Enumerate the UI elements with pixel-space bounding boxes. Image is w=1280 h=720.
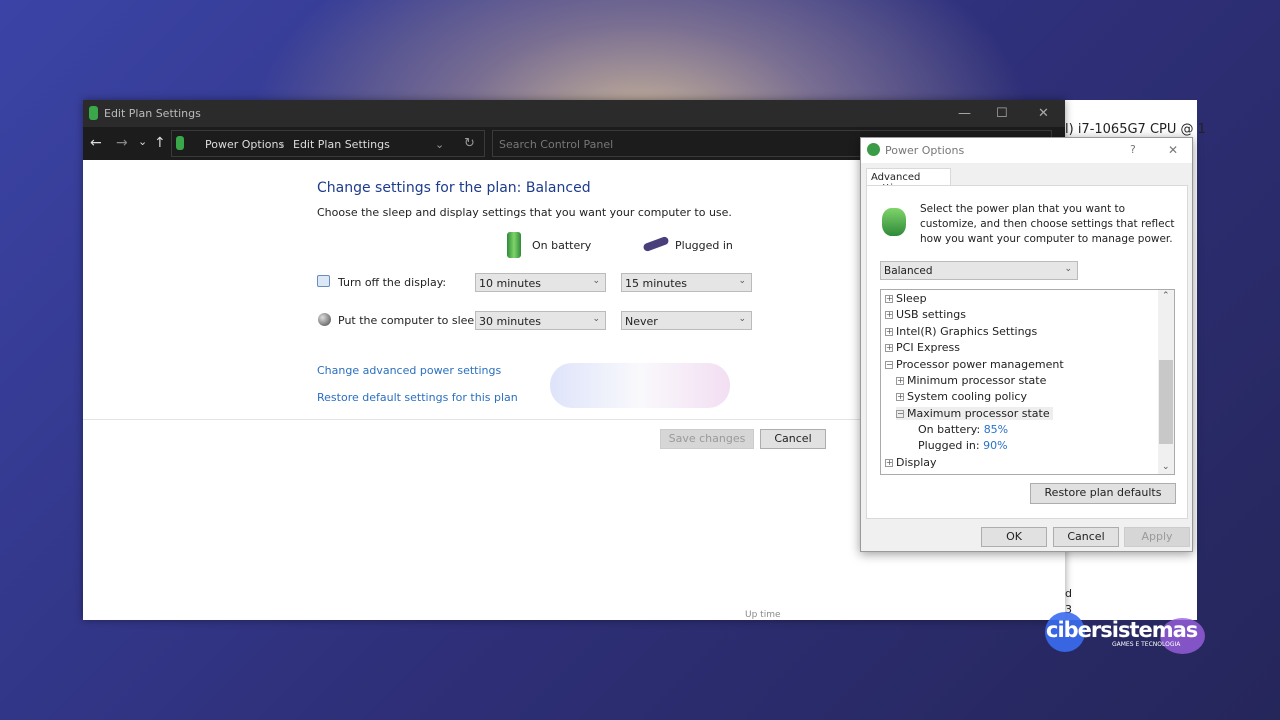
display-battery-select[interactable]: 10 minutes ⌄ bbox=[475, 273, 606, 292]
tree-item-usb[interactable]: + USB settings bbox=[885, 308, 966, 321]
selected-value: Never bbox=[625, 315, 658, 328]
battery-icon bbox=[89, 106, 98, 120]
scroll-down-icon[interactable]: ⌄ bbox=[1162, 462, 1170, 472]
expand-icon[interactable]: + bbox=[896, 377, 904, 385]
page-title: Change settings for the plan: Balanced bbox=[317, 180, 591, 196]
expand-icon[interactable]: + bbox=[885, 328, 893, 336]
forward-arrow-icon[interactable]: → bbox=[116, 135, 128, 151]
restore-plan-defaults-button[interactable]: Restore plan defaults bbox=[1030, 483, 1176, 504]
tree-scrollbar[interactable]: ⌃ ⌄ bbox=[1158, 290, 1174, 474]
ok-button[interactable]: OK bbox=[981, 527, 1047, 547]
advanced-settings-link[interactable]: Change advanced power settings bbox=[317, 364, 501, 377]
minimize-button[interactable]: — bbox=[958, 106, 971, 121]
sleep-plugged-select[interactable]: Never ⌄ bbox=[621, 311, 752, 330]
sleep-icon bbox=[318, 313, 331, 326]
tree-item-max-state[interactable]: − Maximum processor state bbox=[896, 407, 1053, 420]
maximize-button[interactable]: ☐ bbox=[996, 106, 1008, 121]
power-plan-icon bbox=[882, 208, 906, 236]
bg-text: d bbox=[1065, 587, 1072, 600]
apply-button[interactable]: Apply bbox=[1124, 527, 1190, 547]
selected-value: Balanced bbox=[884, 265, 933, 277]
close-button[interactable]: ✕ bbox=[1038, 106, 1049, 121]
expand-icon[interactable]: + bbox=[885, 311, 893, 319]
battery-icon bbox=[507, 232, 521, 258]
breadcrumb[interactable]: Power Options › Edit Plan Settings ⌄ ↻ bbox=[171, 130, 485, 157]
expand-icon[interactable]: + bbox=[896, 393, 904, 401]
tree-item-cooling[interactable]: + System cooling policy bbox=[896, 390, 1027, 403]
chevron-down-icon: ⌄ bbox=[592, 314, 600, 324]
close-button[interactable]: ✕ bbox=[1168, 143, 1178, 157]
selected-value: 10 minutes bbox=[479, 277, 542, 290]
on-battery-header: On battery bbox=[532, 239, 592, 252]
dialog-title-bar: Power Options ? ✕ bbox=[861, 138, 1192, 163]
refresh-icon[interactable]: ↻ bbox=[464, 136, 475, 151]
display-icon bbox=[317, 275, 330, 287]
title-bar: Edit Plan Settings — ☐ ✕ bbox=[83, 100, 1065, 127]
max-state-plugged[interactable]: Plugged in: 90% bbox=[918, 439, 1008, 452]
sleep-battery-select[interactable]: 30 minutes ⌄ bbox=[475, 311, 606, 330]
breadcrumb-separator: › bbox=[280, 138, 285, 151]
expand-icon[interactable]: + bbox=[885, 344, 893, 352]
plugged-in-header: Plugged in bbox=[675, 239, 733, 252]
up-arrow-icon[interactable]: ↑ bbox=[154, 135, 166, 151]
dialog-description: Select the power plan that you want to c… bbox=[920, 203, 1175, 245]
plugged-value[interactable]: 90% bbox=[983, 439, 1007, 452]
cibersistemas-logo: cibersistemas GAMES E TECNOLOGIA bbox=[1040, 610, 1210, 660]
restore-defaults-link[interactable]: Restore default settings for this plan bbox=[317, 391, 518, 404]
cpu-text: l) i7-1065G7 CPU @ 1 bbox=[1065, 122, 1206, 137]
settings-tree[interactable]: + Sleep + USB settings + Intel(R) Graphics … bbox=[880, 289, 1175, 475]
up-time-label: Up time bbox=[745, 610, 781, 620]
recent-chevron-icon[interactable]: ⌄ bbox=[138, 135, 147, 148]
advanced-panel: Select the power plan that you want to c… bbox=[866, 185, 1188, 519]
expand-icon[interactable]: + bbox=[885, 459, 893, 467]
collapse-icon[interactable]: − bbox=[885, 361, 893, 369]
window-title: Edit Plan Settings bbox=[104, 107, 201, 120]
selected-value: 30 minutes bbox=[479, 315, 542, 328]
watermark-blob bbox=[550, 363, 730, 408]
plug-icon bbox=[642, 235, 670, 253]
tree-item-sleep[interactable]: + Sleep bbox=[885, 292, 927, 305]
back-arrow-icon[interactable]: ← bbox=[90, 135, 102, 151]
display-plugged-select[interactable]: 15 minutes ⌄ bbox=[621, 273, 752, 292]
power-icon bbox=[867, 143, 880, 156]
breadcrumb-power-options[interactable]: Power Options bbox=[205, 138, 284, 151]
scrollbar-thumb[interactable] bbox=[1159, 360, 1173, 444]
expand-icon[interactable]: + bbox=[885, 295, 893, 303]
dialog-title: Power Options bbox=[885, 144, 965, 157]
battery-value[interactable]: 85% bbox=[984, 423, 1008, 436]
scroll-up-icon[interactable]: ⌃ bbox=[1162, 291, 1170, 301]
power-options-dialog: Power Options ? ✕ Advanced settings Sele… bbox=[860, 137, 1193, 552]
cancel-button[interactable]: Cancel bbox=[1053, 527, 1119, 547]
tree-item-display[interactable]: + Display bbox=[885, 456, 937, 469]
chevron-down-icon: ⌄ bbox=[738, 314, 746, 324]
chevron-down-icon: ⌄ bbox=[592, 276, 600, 286]
sleep-label: Put the computer to sleep: bbox=[338, 314, 485, 327]
cancel-button[interactable]: Cancel bbox=[760, 429, 826, 449]
tree-item-min-state[interactable]: + Minimum processor state bbox=[896, 374, 1046, 387]
chevron-down-icon: ⌄ bbox=[1064, 264, 1072, 274]
chevron-down-icon: ⌄ bbox=[738, 276, 746, 286]
collapse-icon[interactable]: − bbox=[896, 410, 904, 418]
help-button[interactable]: ? bbox=[1130, 143, 1136, 156]
history-dropdown-icon[interactable]: ⌄ bbox=[435, 138, 444, 151]
page-subtitle: Choose the sleep and display settings th… bbox=[317, 206, 732, 219]
logo-tagline: GAMES E TECNOLOGIA bbox=[1112, 641, 1181, 648]
breadcrumb-edit-plan[interactable]: Edit Plan Settings bbox=[293, 138, 390, 151]
selected-value: 15 minutes bbox=[625, 277, 688, 290]
tab-advanced-settings[interactable]: Advanced settings bbox=[866, 168, 951, 194]
logo-text: cibersistemas bbox=[1046, 618, 1198, 642]
save-changes-button[interactable]: Save changes bbox=[660, 429, 754, 449]
tree-item-graphics[interactable]: + Intel(R) Graphics Settings bbox=[885, 325, 1037, 338]
tree-item-processor[interactable]: − Processor power management bbox=[885, 358, 1064, 371]
max-state-battery[interactable]: On battery: 85% bbox=[918, 423, 1008, 436]
display-label: Turn off the display: bbox=[338, 276, 447, 289]
power-icon bbox=[176, 136, 184, 150]
tree-item-pci[interactable]: + PCI Express bbox=[885, 341, 960, 354]
plan-select[interactable]: Balanced ⌄ bbox=[880, 261, 1078, 280]
